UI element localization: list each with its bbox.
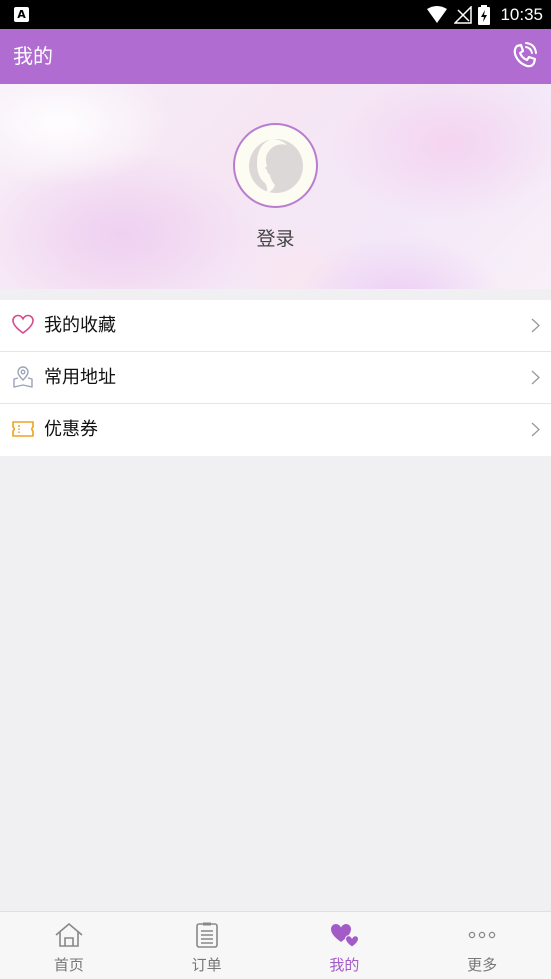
app-bar: 我的 bbox=[0, 29, 551, 84]
location-icon bbox=[13, 366, 33, 388]
chevron-right-icon bbox=[531, 318, 540, 333]
tab-orders[interactable]: 订单 bbox=[138, 912, 276, 979]
tab-label: 首页 bbox=[53, 956, 84, 974]
menu-list: 我的收藏 常用地址 优惠券 bbox=[0, 300, 551, 456]
status-bar: A 10:35 bbox=[0, 0, 551, 29]
chevron-right-icon bbox=[531, 370, 540, 385]
tab-more[interactable]: 更多 bbox=[413, 912, 551, 979]
coupon-icon bbox=[12, 421, 34, 437]
heart-icon bbox=[12, 314, 34, 334]
chevron-right-icon bbox=[531, 422, 540, 437]
bottom-tab-bar: 首页 订单 我的 更多 bbox=[0, 911, 551, 979]
tab-home[interactable]: 首页 bbox=[0, 912, 138, 979]
status-time: 10:35 bbox=[500, 4, 543, 24]
login-button[interactable]: 登录 bbox=[0, 224, 551, 251]
tab-label: 更多 bbox=[467, 956, 498, 974]
avatar-icon bbox=[237, 127, 314, 204]
status-icons: 10:35 bbox=[426, 0, 543, 29]
more-icon bbox=[468, 931, 496, 939]
order-icon bbox=[195, 922, 218, 948]
tab-label: 我的 bbox=[329, 956, 360, 974]
menu-item-addresses[interactable]: 常用地址 bbox=[0, 352, 551, 404]
tab-mine[interactable]: 我的 bbox=[276, 912, 414, 979]
signal-icon bbox=[454, 5, 473, 24]
phone-icon[interactable] bbox=[509, 41, 539, 71]
page-title: 我的 bbox=[13, 44, 53, 68]
menu-item-coupons[interactable]: 优惠券 bbox=[0, 404, 551, 456]
hearts-icon bbox=[331, 924, 360, 948]
a-icon: A bbox=[14, 7, 29, 22]
avatar[interactable] bbox=[233, 123, 318, 208]
home-icon bbox=[55, 923, 83, 947]
menu-item-favorites[interactable]: 我的收藏 bbox=[0, 300, 551, 352]
wifi-icon bbox=[427, 5, 448, 23]
menu-item-label: 常用地址 bbox=[44, 367, 116, 388]
tab-label: 订单 bbox=[191, 956, 222, 974]
profile-header: 登录 bbox=[0, 84, 551, 289]
battery-icon bbox=[478, 4, 491, 25]
menu-item-label: 我的收藏 bbox=[44, 315, 116, 336]
menu-item-label: 优惠券 bbox=[44, 419, 98, 440]
